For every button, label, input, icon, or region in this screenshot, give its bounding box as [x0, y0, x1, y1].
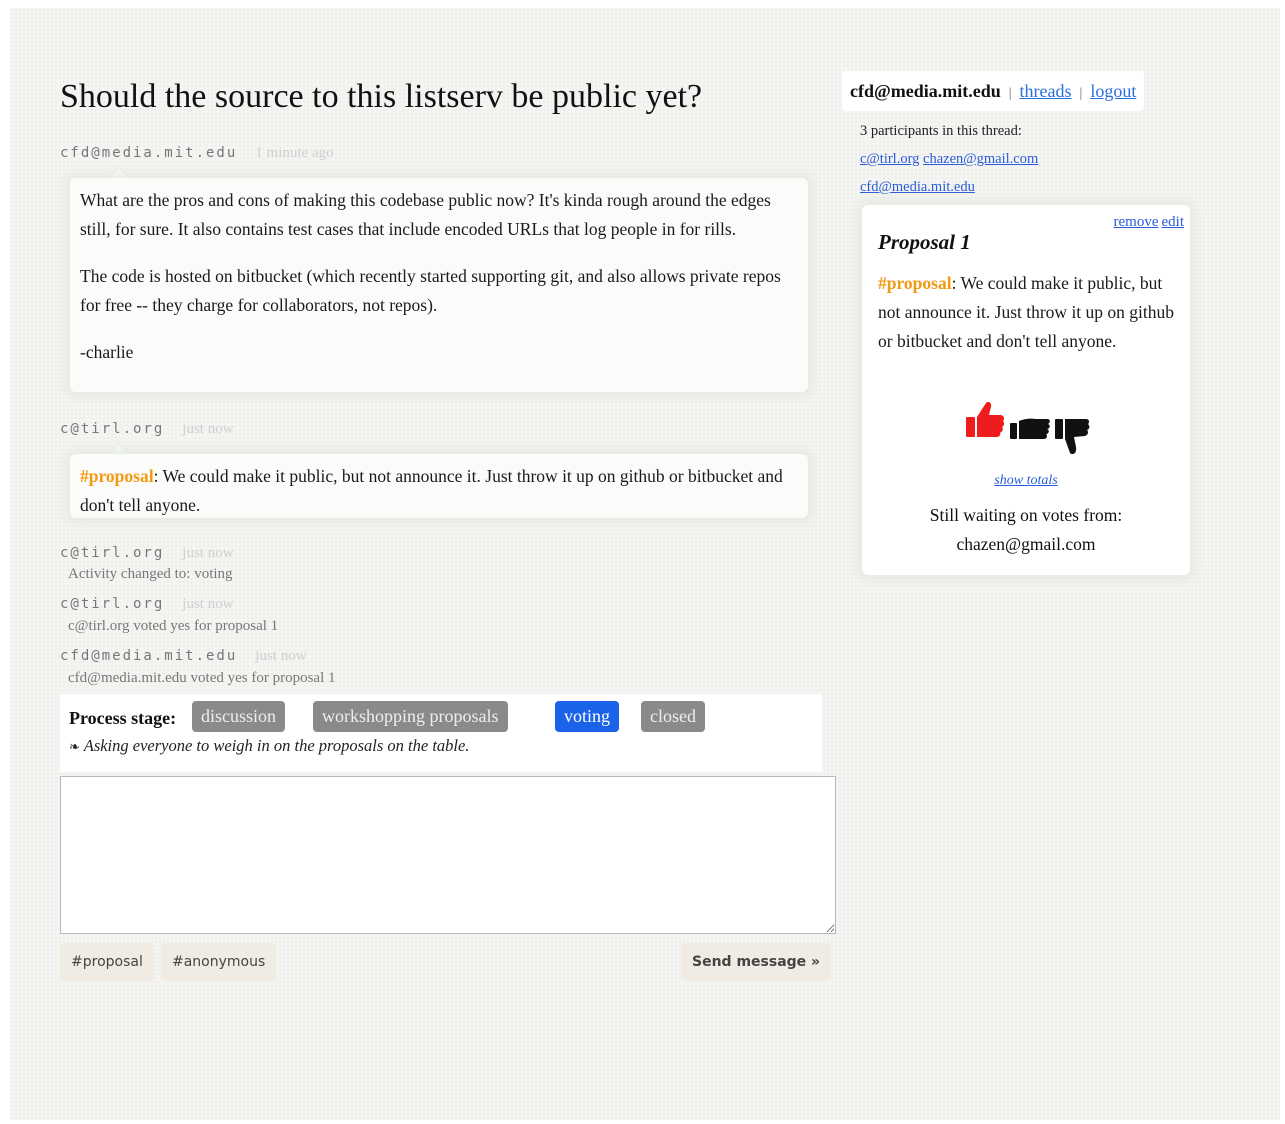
activity-meta: c@tirl.org just now [60, 596, 234, 613]
stage-workshopping-button[interactable]: workshopping proposals [313, 701, 508, 732]
activity-text: cfd@media.mit.edu voted yes for proposal… [68, 670, 336, 686]
message-textarea[interactable] [60, 776, 836, 934]
participants-panel: 3 participants in this thread: c@tirl.or… [860, 117, 1100, 201]
activity-text: Activity changed to: voting [68, 566, 233, 582]
waiting-user: chazen@gmail.com [956, 534, 1096, 554]
activity-author: c@tirl.org [60, 545, 165, 561]
vote-controls [966, 402, 1090, 455]
activity-time: just now [182, 545, 234, 561]
activity-meta: cfd@media.mit.edu just now [60, 648, 307, 665]
proposal-card: remove edit Proposal 1 #proposal: We coul… [862, 205, 1190, 575]
proposal-tag-button[interactable]: #proposal [60, 943, 154, 981]
participant-link[interactable]: cfd@media.mit.edu [860, 179, 975, 195]
thumbs-up-icon[interactable] [966, 402, 1005, 437]
message-time: 1 minute ago [255, 145, 334, 161]
message-paragraph: The code is hosted on bitbucket (which r… [80, 266, 781, 315]
thumbs-down-icon[interactable] [1055, 419, 1090, 455]
activity-author: cfd@media.mit.edu [60, 648, 238, 664]
thread-title: Should the source to this listserv be pu… [60, 78, 703, 115]
message-paragraph: What are the pros and cons of making thi… [80, 190, 771, 239]
activity-time: just now [182, 596, 234, 612]
user-bar: cfd@media.mit.edu | threads | logout [842, 71, 1145, 111]
process-stage-panel: Process stage: discussion workshopping p… [60, 694, 822, 772]
edit-proposal-link[interactable]: edit [1162, 214, 1185, 230]
stage-description: ❧ Asking everyone to weigh in on the pro… [69, 736, 469, 756]
participant-link[interactable]: c@tirl.org [860, 151, 919, 167]
participant-link[interactable]: chazen@gmail.com [923, 151, 1038, 167]
message-meta: cfd@media.mit.edu 1 minute ago [60, 145, 334, 162]
proposal-actions: remove edit [1111, 214, 1184, 231]
participants-list: cfd@media.mit.edu [860, 173, 1100, 201]
message-bubble: What are the pros and cons of making thi… [70, 178, 808, 392]
activity-meta: c@tirl.org just now [60, 545, 234, 562]
participants-list: c@tirl.org chazen@gmail.com [860, 145, 1100, 173]
message-meta: c@tirl.org just now [60, 421, 234, 438]
separator: | [1079, 86, 1083, 101]
process-stage-label: Process stage: [69, 708, 177, 728]
send-message-button[interactable]: Send message » [681, 943, 832, 981]
stage-voting-button[interactable]: voting [555, 701, 620, 732]
thumbs-sideways-icon[interactable] [1010, 418, 1050, 439]
stage-discussion-button[interactable]: discussion [192, 701, 286, 732]
message-bubble: #proposal: We could make it public, but … [70, 454, 808, 518]
activity-time: just now [255, 648, 307, 664]
logout-link[interactable]: logout [1090, 81, 1136, 101]
activity-text: c@tirl.org voted yes for proposal 1 [68, 618, 279, 634]
proposal-tag: #proposal [878, 273, 952, 293]
proposal-tag: #proposal [80, 466, 154, 486]
proposal-body: #proposal: We could make it public, but … [878, 269, 1178, 356]
message-text: : We could make it public, but not annou… [80, 466, 783, 515]
stage-description-text: Asking everyone to weigh in on the propo… [83, 736, 470, 755]
message-author: cfd@media.mit.edu [60, 145, 238, 161]
message-author: c@tirl.org [60, 421, 165, 437]
bubble-pointer [108, 443, 130, 454]
waiting-panel: Still waiting on votes from: chazen@gmai… [862, 501, 1190, 559]
participants-summary: 3 participants in this thread: [860, 123, 1022, 139]
anonymous-tag-button[interactable]: #anonymous [161, 943, 277, 981]
leaf-bullet-icon: ❧ [69, 739, 80, 754]
activity-author: c@tirl.org [60, 596, 165, 612]
proposal-title: Proposal 1 [878, 230, 971, 254]
waiting-label: Still waiting on votes from: [929, 505, 1123, 525]
message-paragraph: #proposal: We could make it public, but … [80, 462, 798, 520]
separator: | [1008, 86, 1012, 101]
message-paragraph: -charlie [80, 342, 134, 362]
message-time: just now [182, 421, 234, 437]
bubble-pointer [108, 167, 130, 178]
show-totals-link[interactable]: show totals [994, 473, 1057, 488]
current-user: cfd@media.mit.edu [850, 81, 1001, 101]
threads-link[interactable]: threads [1020, 81, 1072, 101]
show-totals-row: show totals [862, 473, 1190, 489]
stage-closed-button[interactable]: closed [641, 701, 705, 732]
remove-proposal-link[interactable]: remove [1114, 214, 1159, 230]
